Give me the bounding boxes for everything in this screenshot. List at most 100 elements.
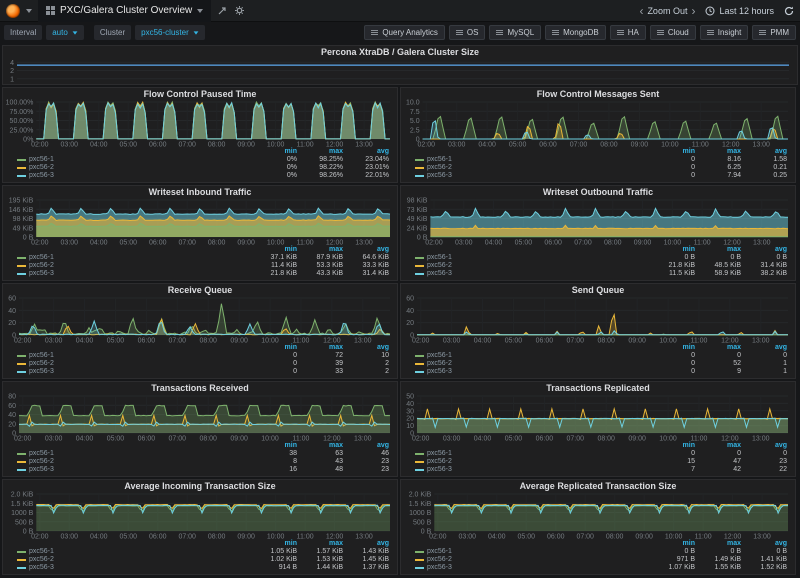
series-name[interactable]: pxc56-1 xyxy=(29,254,54,262)
chevron-right-icon[interactable]: › xyxy=(691,6,695,16)
series-name[interactable]: pxc56-2 xyxy=(427,458,452,466)
chart[interactable]: 604020002:0003:0004:0005:0006:0007:0008:… xyxy=(401,295,795,344)
legend-header-avg[interactable]: avg xyxy=(741,442,787,450)
legend-header-max[interactable]: max xyxy=(297,246,343,254)
legend-header-avg[interactable]: avg xyxy=(741,344,787,352)
series-name[interactable]: pxc56-2 xyxy=(427,164,452,172)
legend-header-avg[interactable]: avg xyxy=(343,246,389,254)
series-name[interactable]: pxc56-3 xyxy=(29,172,54,180)
series-name[interactable]: pxc56-1 xyxy=(427,254,452,262)
series-name[interactable]: pxc56-1 xyxy=(427,548,452,556)
series-name[interactable]: pxc56-2 xyxy=(29,262,54,270)
series-name[interactable]: pxc56-2 xyxy=(29,164,54,172)
series-name[interactable]: pxc56-2 xyxy=(29,458,54,466)
series-name[interactable]: pxc56-1 xyxy=(29,156,54,164)
chart[interactable]: 195 KiB146 KiB98 KiB49 KiB0 B02:0003:000… xyxy=(3,197,397,246)
panel-title[interactable]: Percona XtraDB / Galera Cluster Size xyxy=(3,46,797,57)
legend-header-avg[interactable]: avg xyxy=(343,148,389,156)
legend-header-max[interactable]: max xyxy=(695,540,741,548)
legend-header-max[interactable]: max xyxy=(297,344,343,352)
series-name[interactable]: pxc56-3 xyxy=(427,368,452,376)
series-name[interactable]: pxc56-3 xyxy=(29,466,54,474)
series-name[interactable]: pxc56-1 xyxy=(427,156,452,164)
legend-header-min[interactable]: min xyxy=(649,148,695,156)
legend-header-max[interactable]: max xyxy=(297,540,343,548)
legend-header-min[interactable]: min xyxy=(251,246,297,254)
legend-header-max[interactable]: max xyxy=(695,148,741,156)
chart[interactable]: 5040302010002:0003:0004:0005:0006:0007:0… xyxy=(401,393,795,442)
legend-header-avg[interactable]: avg xyxy=(741,246,787,254)
panel-title[interactable]: Receive Queue xyxy=(3,284,397,295)
chart[interactable]: 2.0 KiB1.5 KiB1000 B500 B0 B02:0003:0004… xyxy=(401,491,795,540)
panel-title[interactable]: Flow Control Messages Sent xyxy=(401,88,795,99)
chart[interactable]: 98 KiB73 KiB49 KiB24 KiB0 B02:0003:0004:… xyxy=(401,197,795,246)
org-caret-down-icon[interactable] xyxy=(26,9,32,13)
nav-link-mysql[interactable]: MySQL xyxy=(489,25,541,40)
time-picker[interactable]: Last 12 hours xyxy=(705,6,774,16)
panel-title[interactable]: Writeset Inbound Traffic xyxy=(3,186,397,197)
series-name[interactable]: pxc56-1 xyxy=(29,450,54,458)
series-name[interactable]: pxc56-2 xyxy=(427,360,452,368)
gear-icon[interactable] xyxy=(234,5,245,16)
chart[interactable]: 2.0 KiB1.5 KiB1000 B500 B0 B02:0003:0004… xyxy=(3,491,397,540)
legend-header-min[interactable]: min xyxy=(649,540,695,548)
series-name[interactable]: pxc56-1 xyxy=(29,352,54,360)
legend-header-avg[interactable]: avg xyxy=(741,148,787,156)
panel-title[interactable]: Flow Control Paused Time xyxy=(3,88,397,99)
panel-title[interactable]: Transactions Received xyxy=(3,382,397,393)
panel-title[interactable]: Transactions Replicated xyxy=(401,382,795,393)
series-name[interactable]: pxc56-1 xyxy=(29,548,54,556)
legend-header-min[interactable]: min xyxy=(649,442,695,450)
legend-header-max[interactable]: max xyxy=(297,442,343,450)
chart[interactable]: 100.00%75.00%50.00%25.00%0%02:0003:0004:… xyxy=(3,99,397,148)
series-name[interactable]: pxc56-3 xyxy=(427,172,452,180)
series-name[interactable]: pxc56-2 xyxy=(29,556,54,564)
legend-header-min[interactable]: min xyxy=(649,344,695,352)
legend-header-avg[interactable]: avg xyxy=(343,540,389,548)
chart[interactable]: 10.07.55.02.5002:0003:0004:0005:0006:000… xyxy=(401,99,795,148)
chart[interactable]: 604020002:0003:0004:0005:0006:0007:0008:… xyxy=(3,295,397,344)
legend-header-avg[interactable]: avg xyxy=(741,540,787,548)
panel-title[interactable]: Writeset Outbound Traffic xyxy=(401,186,795,197)
legend-header-max[interactable]: max xyxy=(695,344,741,352)
zoom-out-button[interactable]: Zoom Out xyxy=(647,6,687,16)
legend-header-avg[interactable]: avg xyxy=(343,344,389,352)
legend-header-min[interactable]: min xyxy=(649,246,695,254)
legend-header-min[interactable]: min xyxy=(251,344,297,352)
nav-link-mongodb[interactable]: MongoDB xyxy=(545,25,606,40)
legend-header-min[interactable]: min xyxy=(251,148,297,156)
series-name[interactable]: pxc56-3 xyxy=(29,368,54,376)
panel-title[interactable]: Average Replicated Transaction Size xyxy=(401,480,795,491)
legend-header-max[interactable]: max xyxy=(695,442,741,450)
nav-link-query-analytics[interactable]: Query Analytics xyxy=(364,25,445,40)
series-name[interactable]: pxc56-3 xyxy=(427,270,452,278)
series-name[interactable]: pxc56-1 xyxy=(427,450,452,458)
series-name[interactable]: pxc56-3 xyxy=(29,270,54,278)
cluster-size-chart[interactable]: 421 xyxy=(3,57,797,83)
interval-select[interactable]: auto xyxy=(46,25,84,40)
nav-link-cloud[interactable]: Cloud xyxy=(650,25,696,40)
legend-header-min[interactable]: min xyxy=(251,540,297,548)
legend-header-min[interactable]: min xyxy=(251,442,297,450)
legend-header-max[interactable]: max xyxy=(695,246,741,254)
refresh-icon[interactable] xyxy=(784,6,794,16)
chart[interactable]: 80604020002:0003:0004:0005:0006:0007:000… xyxy=(3,393,397,442)
nav-link-pmm[interactable]: PMM xyxy=(752,25,796,40)
dashboard-title-button[interactable]: PXC/Galera Cluster Overview xyxy=(38,0,211,22)
series-name[interactable]: pxc56-2 xyxy=(427,556,452,564)
share-icon[interactable] xyxy=(217,5,228,16)
legend-header-max[interactable]: max xyxy=(297,148,343,156)
cluster-select[interactable]: pxc56-cluster xyxy=(135,25,205,40)
series-name[interactable]: pxc56-3 xyxy=(427,466,452,474)
nav-link-ha[interactable]: HA xyxy=(610,25,646,40)
nav-link-insight[interactable]: Insight xyxy=(700,25,749,40)
nav-link-os[interactable]: OS xyxy=(449,25,486,40)
chevron-left-icon[interactable]: ‹ xyxy=(639,6,643,16)
panel-title[interactable]: Send Queue xyxy=(401,284,795,295)
series-name[interactable]: pxc56-3 xyxy=(427,564,452,572)
series-name[interactable]: pxc56-1 xyxy=(427,352,452,360)
legend-header-avg[interactable]: avg xyxy=(343,442,389,450)
series-name[interactable]: pxc56-2 xyxy=(29,360,54,368)
series-name[interactable]: pxc56-3 xyxy=(29,564,54,572)
series-name[interactable]: pxc56-2 xyxy=(427,262,452,270)
